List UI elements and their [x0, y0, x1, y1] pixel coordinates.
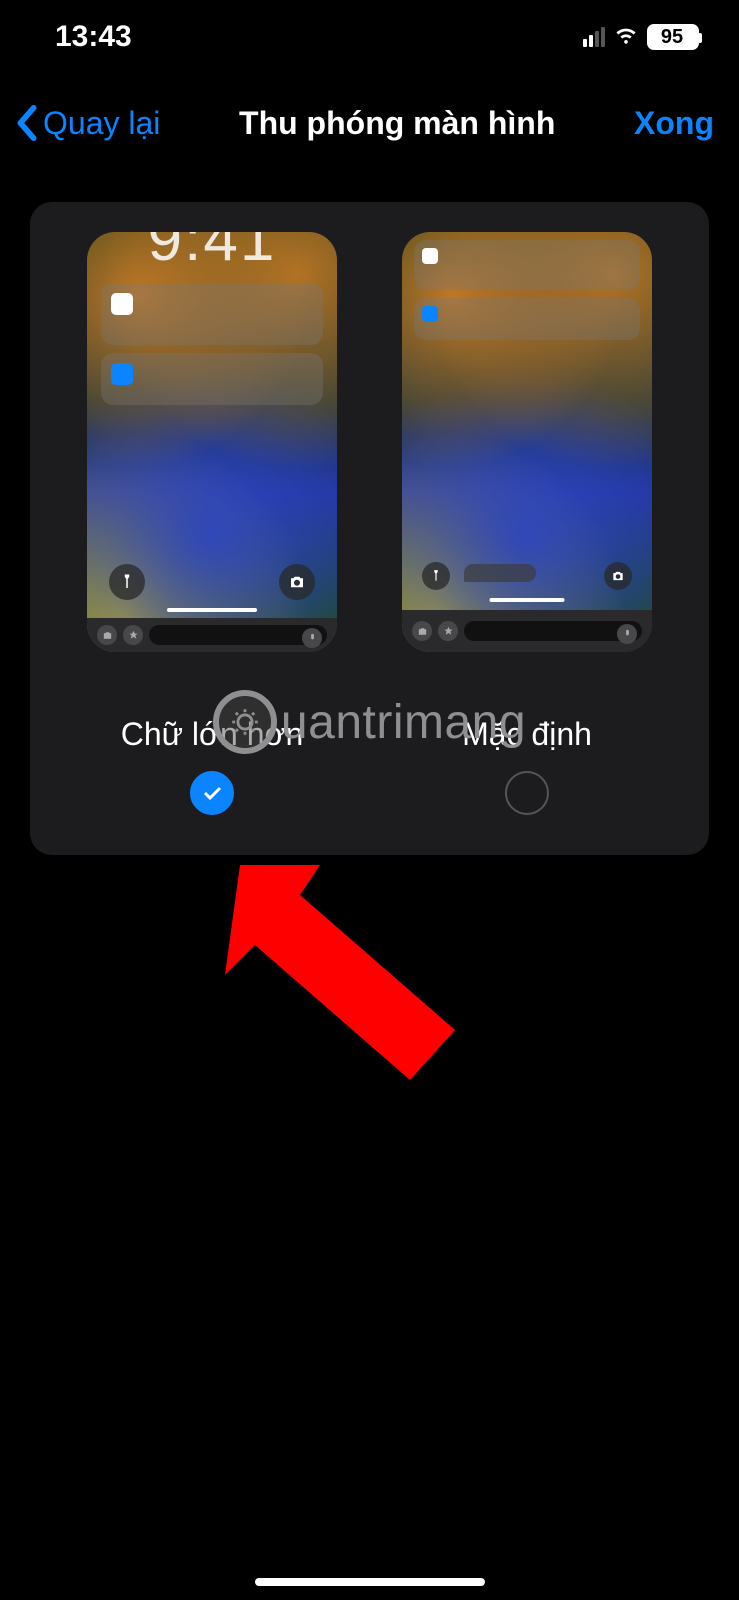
home-indicator[interactable]	[255, 1578, 485, 1586]
color-swatches	[190, 664, 234, 686]
flashlight-icon	[109, 564, 145, 600]
flashlight-icon	[422, 562, 450, 590]
preview-home-indicator	[490, 598, 565, 602]
camera-icon	[279, 564, 315, 600]
preview-widget	[101, 283, 323, 345]
status-right: 95	[583, 20, 699, 54]
done-button[interactable]: Xong	[634, 105, 714, 142]
preview-keyboard-bar	[87, 618, 337, 652]
preview-default	[402, 232, 652, 652]
radio-default[interactable]	[505, 771, 549, 815]
preview-widget	[414, 298, 640, 340]
message-input	[464, 621, 642, 641]
preview-larger: 9:41	[87, 232, 337, 652]
camera-icon	[412, 621, 432, 641]
message-input	[149, 625, 327, 645]
option-default[interactable]: Mặc định	[387, 232, 667, 815]
status-bar: 13:43 95	[0, 0, 739, 64]
preview-time: 9:41	[87, 232, 337, 275]
navigation-bar: Quay lại Thu phóng màn hình Xong	[0, 64, 739, 172]
annotation-arrow-icon	[210, 830, 500, 1095]
preview-message-bubble	[464, 564, 536, 582]
back-label: Quay lại	[43, 105, 160, 142]
battery-level: 95	[661, 26, 683, 49]
preview-home-indicator	[167, 608, 257, 612]
mic-icon	[302, 628, 322, 648]
chevron-left-icon	[15, 104, 41, 142]
battery-indicator: 95	[647, 24, 699, 50]
color-swatches	[505, 664, 549, 686]
preview-widget	[414, 240, 640, 290]
back-button[interactable]: Quay lại	[15, 104, 160, 142]
option-label-larger: Chữ lớn hơn	[121, 716, 304, 753]
zoom-options-card: 9:41 Chữ lớn hơn	[30, 202, 709, 855]
camera-icon	[604, 562, 632, 590]
radio-larger-selected[interactable]	[190, 771, 234, 815]
preview-keyboard-bar	[402, 610, 652, 652]
option-label-default: Mặc định	[462, 716, 592, 753]
preview-widget	[101, 353, 323, 405]
option-larger-text[interactable]: 9:41 Chữ lớn hơn	[72, 232, 352, 815]
wifi-icon	[613, 20, 639, 54]
checkmark-icon	[200, 781, 224, 805]
appstore-icon	[438, 621, 458, 641]
mic-icon	[617, 624, 637, 644]
camera-icon	[97, 625, 117, 645]
appstore-icon	[123, 625, 143, 645]
status-time: 13:43	[55, 20, 132, 54]
cellular-signal-icon	[583, 27, 605, 47]
page-title: Thu phóng màn hình	[239, 105, 555, 142]
